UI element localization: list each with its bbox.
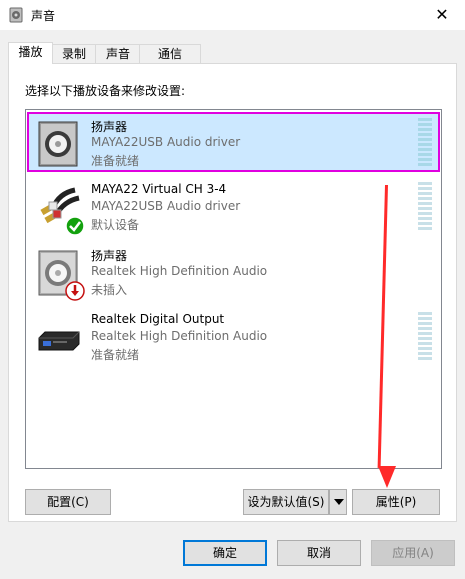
device-item[interactable]: Realtek Digital Output Realtek High Defi… <box>27 306 440 366</box>
tab-sounds[interactable]: 声音 <box>95 44 141 63</box>
cancel-button[interactable]: 取消 <box>277 540 361 566</box>
title-bar: 声音 ✕ <box>0 0 465 30</box>
playback-panel: 选择以下播放设备来修改设置: 扬声器 MAYA22USB Audio drive… <box>8 63 457 522</box>
set-default-button[interactable]: 设为默认值(S) <box>243 489 329 515</box>
device-status: 准备就绪 <box>91 154 140 168</box>
device-name: MAYA22 Virtual CH 3-4 <box>91 182 227 196</box>
properties-button[interactable]: 属性(P) <box>352 489 440 515</box>
window-title: 声音 <box>31 9 56 23</box>
ok-button[interactable]: 确定 <box>183 540 267 566</box>
device-driver: MAYA22USB Audio driver <box>91 135 241 149</box>
default-check-icon <box>65 216 85 236</box>
instructions-label: 选择以下播放设备来修改设置: <box>25 84 186 98</box>
annotation-arrow-head <box>378 466 396 488</box>
dialog-body: 播放 录制 声音 通信 选择以下播放设备来修改设置: 扬声器 MAYA22USB… <box>0 30 465 579</box>
device-name: 扬声器 <box>91 249 128 263</box>
device-status: 准备就绪 <box>91 348 140 362</box>
volume-level-meter <box>418 118 432 166</box>
volume-level-meter <box>418 182 432 230</box>
device-status: 默认设备 <box>91 218 140 232</box>
device-item[interactable]: 扬声器 Realtek High Definition Audio 未插入 <box>27 241 440 301</box>
tab-recording[interactable]: 录制 <box>51 44 97 63</box>
speaker-app-icon <box>9 7 23 23</box>
configure-button[interactable]: 配置(C) <box>25 489 111 515</box>
speaker-icon <box>38 121 78 167</box>
device-name: Realtek Digital Output <box>91 312 225 326</box>
volume-level-meter <box>418 312 432 360</box>
device-item[interactable]: 扬声器 MAYA22USB Audio driver 准备就绪 <box>27 112 440 172</box>
tab-communications[interactable]: 通信 <box>139 44 201 63</box>
device-driver: MAYA22USB Audio driver <box>91 199 241 213</box>
close-button[interactable]: ✕ <box>419 0 465 30</box>
device-driver: Realtek High Definition Audio <box>91 329 268 343</box>
close-icon: ✕ <box>435 5 449 24</box>
apply-button[interactable]: 应用(A) <box>371 540 455 566</box>
unplugged-icon <box>65 281 85 301</box>
tab-playback[interactable]: 播放 <box>8 42 53 64</box>
digital-output-icon <box>38 331 80 351</box>
set-default-dropdown-arrow[interactable] <box>329 489 347 515</box>
device-status: 未插入 <box>91 283 128 297</box>
device-name: 扬声器 <box>91 120 128 134</box>
device-item[interactable]: MAYA22 Virtual CH 3-4 MAYA22USB Audio dr… <box>27 176 440 236</box>
device-driver: Realtek High Definition Audio <box>91 264 268 278</box>
